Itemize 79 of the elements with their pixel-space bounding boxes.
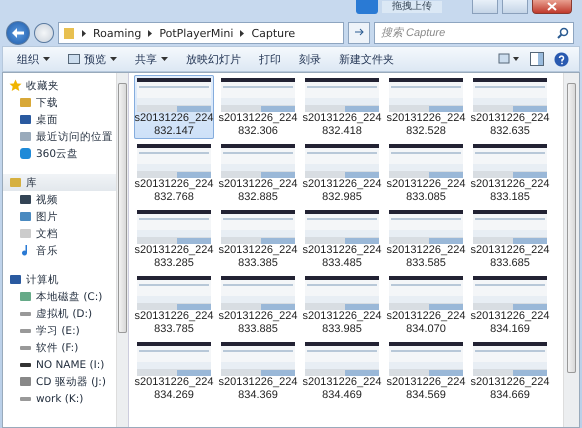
folder-icon	[19, 96, 32, 109]
navigation-item[interactable]: 软件 (F:)	[3, 339, 116, 356]
star-icon	[9, 79, 22, 92]
folder-icon	[63, 26, 75, 40]
file-thumbnail[interactable]: s20131226_224832.528	[386, 75, 466, 139]
file-thumbnail[interactable]: s20131226_224833.685	[470, 207, 550, 271]
navigation-item[interactable]: NO NAME (I:)	[3, 356, 116, 373]
file-thumbnail[interactable]: s20131226_224833.585	[386, 207, 466, 271]
navigation-item[interactable]: 360云盘	[3, 145, 116, 162]
navigation-item[interactable]: 视频	[3, 191, 116, 208]
file-thumbnail[interactable]: s20131226_224832.418	[302, 75, 382, 139]
file-thumbnail[interactable]: s20131226_224833.785	[134, 273, 214, 337]
navigation-item[interactable]: 图片	[3, 208, 116, 225]
help-icon[interactable]	[554, 52, 569, 66]
file-thumbnail[interactable]: s20131226_224834.070	[386, 273, 466, 337]
caret-icon	[43, 57, 50, 61]
navigation-item[interactable]: 音乐	[3, 242, 116, 259]
back-arrow-icon	[12, 28, 24, 38]
breadcrumb-item[interactable]: PotPlayerMini	[159, 26, 234, 40]
back-button[interactable]	[6, 21, 30, 45]
file-thumbnail[interactable]: s20131226_224832.147	[134, 75, 214, 139]
preview-icon	[68, 54, 80, 64]
scrollbar[interactable]	[563, 73, 579, 427]
navigation-item[interactable]: 桌面	[3, 111, 116, 128]
close-button[interactable]	[532, 0, 572, 14]
navigation-item[interactable]: 最近访问的位置	[3, 128, 116, 145]
view-options-icon[interactable]	[498, 53, 520, 65]
chevron-icon	[239, 30, 246, 36]
file-thumbnail[interactable]: s20131226_224833.985	[302, 273, 382, 337]
navigation-item[interactable]: 下载	[3, 94, 116, 111]
file-thumbnail[interactable]: s20131226_224833.285	[134, 207, 214, 271]
file-thumbnail[interactable]: s20131226_224834.169	[470, 273, 550, 337]
address-bar[interactable]: Roaming PotPlayerMini Capture	[58, 22, 344, 44]
chevron-icon	[147, 30, 154, 36]
toolbar-button[interactable]: 预览	[64, 50, 121, 68]
file-thumbnail[interactable]: s20131226_224832.885	[218, 141, 298, 205]
search-field[interactable]: 搜索 Capture	[374, 22, 574, 44]
file-thumbnail[interactable]: s20131226_224834.369	[218, 339, 298, 403]
close-icon	[547, 2, 557, 11]
toolbar-button[interactable]: 放映幻灯片	[182, 50, 245, 68]
navigation-item[interactable]: 学习 (E:)	[3, 322, 116, 339]
file-thumbnail[interactable]: s20131226_224833.185	[470, 141, 550, 205]
file-thumbnail[interactable]: s20131226_224834.669	[470, 339, 550, 403]
navigation-item[interactable]: CD 驱动器 (J:)	[3, 373, 116, 390]
file-thumbnail[interactable]: s20131226_224834.569	[386, 339, 466, 403]
navigation-item[interactable]: 本地磁盘 (C:)	[3, 288, 116, 305]
caret-icon	[110, 57, 117, 61]
file-thumbnail[interactable]: s20131226_224832.985	[302, 141, 382, 205]
refresh-button[interactable]	[348, 22, 370, 44]
file-thumbnail[interactable]: s20131226_224834.269	[134, 339, 214, 403]
search-icon	[557, 27, 569, 39]
file-thumbnail[interactable]: s20131226_224833.385	[218, 207, 298, 271]
scrollbar[interactable]	[116, 73, 128, 427]
file-thumbnail[interactable]: s20131226_224832.768	[134, 141, 214, 205]
breadcrumb-item[interactable]: Capture	[251, 26, 296, 40]
chevron-icon	[81, 30, 87, 36]
toolbar-button[interactable]: 共享	[131, 50, 172, 68]
navigation-item[interactable]: work (K:)	[3, 390, 116, 407]
toolbar-button[interactable]: 打印	[255, 50, 285, 68]
navigation-group[interactable]: 收藏夹	[3, 77, 116, 94]
file-thumbnail[interactable]: s20131226_224833.085	[386, 141, 466, 205]
navigation-item[interactable]: 文档	[3, 225, 116, 242]
preview-pane-icon[interactable]	[530, 52, 544, 66]
navigation-group[interactable]: 库	[3, 174, 116, 191]
file-thumbnail[interactable]: s20131226_224834.469	[302, 339, 382, 403]
toolbar-button[interactable]: 组织	[13, 50, 54, 68]
toolbar-button[interactable]: 刻录	[295, 50, 325, 68]
file-thumbnail[interactable]: s20131226_224832.635	[470, 75, 550, 139]
file-thumbnail[interactable]: s20131226_224833.485	[302, 207, 382, 271]
file-thumbnail[interactable]: s20131226_224833.885	[218, 273, 298, 337]
upload-badge[interactable]: 拖拽上传	[382, 1, 442, 13]
forward-button[interactable]	[34, 23, 54, 43]
breadcrumb-item[interactable]: Roaming	[93, 26, 142, 40]
toolbar-button[interactable]: 新建文件夹	[335, 50, 398, 68]
refresh-icon	[353, 26, 365, 36]
navigation-group[interactable]: 计算机	[3, 271, 116, 288]
caret-icon	[161, 57, 168, 61]
file-thumbnail[interactable]: s20131226_224832.306	[218, 75, 298, 139]
navigation-item[interactable]: 虚拟机 (D:)	[3, 305, 116, 322]
